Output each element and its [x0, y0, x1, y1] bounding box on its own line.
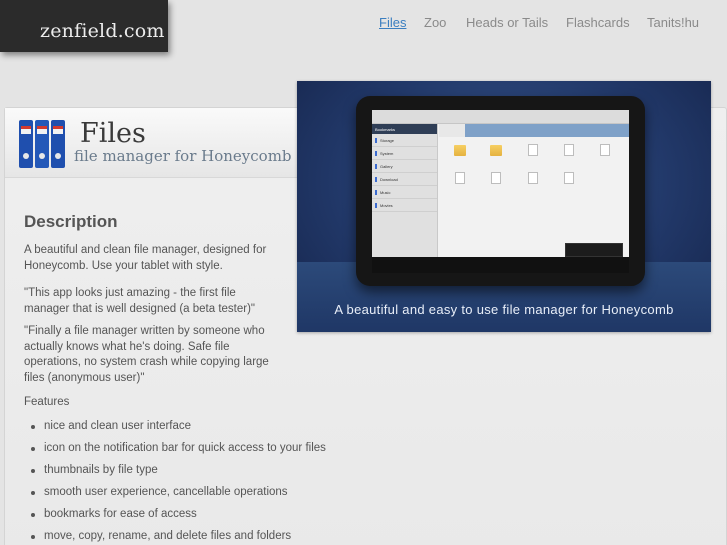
list-item: thumbnails by file type — [24, 464, 324, 486]
user-quote: "Finally a file manager written by someo… — [24, 325, 269, 384]
folder-icon — [454, 145, 466, 156]
file-icon — [564, 172, 574, 184]
banner-caption: A beautiful and easy to use file manager… — [334, 302, 674, 317]
screen-sidebar-item: Music — [372, 186, 437, 199]
list-item: nice and clean user interface — [24, 420, 324, 442]
screen-sidebar-item: Storage — [372, 134, 437, 147]
screen-system-bar — [372, 257, 629, 273]
list-item: icon on the notification bar for quick a… — [24, 442, 326, 464]
file-icon — [564, 144, 574, 156]
app-subtitle: file manager for Honeycomb — [74, 147, 292, 165]
screen-sidebar-item: System — [372, 147, 437, 160]
screen-nav-arrows — [439, 124, 465, 137]
tablet-image: Bookmarks Storage System Gallery Downloa… — [356, 96, 645, 286]
description-paragraph: A beautiful and clean file manager, desi… — [24, 244, 267, 272]
screenshot-banner[interactable]: Bookmarks Storage System Gallery Downloa… — [297, 81, 711, 332]
tablet-screen: Bookmarks Storage System Gallery Downloa… — [372, 110, 629, 273]
nav-item-tanits[interactable]: Tanits!hu — [647, 15, 699, 30]
tester-quote: "This app looks just amazing - the first… — [24, 287, 256, 315]
file-icon — [455, 172, 465, 184]
file-icon — [528, 172, 538, 184]
file-icon — [600, 144, 610, 156]
screen-sidebar-item: Gallery — [372, 160, 437, 173]
nav-item-flashcards[interactable]: Flashcards — [566, 15, 630, 30]
feature-list: nice and clean user interface icon on th… — [24, 420, 326, 545]
notification-popup — [565, 243, 623, 257]
binders-icon — [19, 120, 65, 168]
list-item: bookmarks for ease of access — [24, 508, 324, 530]
file-icon — [528, 144, 538, 156]
screen-sidebar-item: Movies — [372, 199, 437, 212]
screen-path-bar — [439, 124, 629, 137]
nav-item-zoo[interactable]: Zoo — [424, 15, 446, 30]
list-item: move, copy, rename, and delete files and… — [24, 530, 324, 545]
screen-sidebar: Bookmarks Storage System Gallery Downloa… — [372, 124, 438, 257]
folder-icon — [490, 145, 502, 156]
screen-sidebar-head: Bookmarks — [372, 124, 437, 134]
main-nav: Files Zoo Heads or Tails Flashcards Tani… — [0, 15, 727, 31]
app-title: Files — [80, 118, 146, 149]
screen-action-bar — [372, 110, 629, 124]
file-icon — [491, 172, 501, 184]
features-label: Features — [24, 396, 70, 408]
list-item: smooth user experience, cancellable oper… — [24, 486, 324, 508]
screen-sidebar-item: Download — [372, 173, 437, 186]
nav-item-files[interactable]: Files — [379, 15, 406, 30]
description-heading: Description — [24, 212, 118, 231]
nav-item-heads-or-tails[interactable]: Heads or Tails — [466, 15, 548, 30]
